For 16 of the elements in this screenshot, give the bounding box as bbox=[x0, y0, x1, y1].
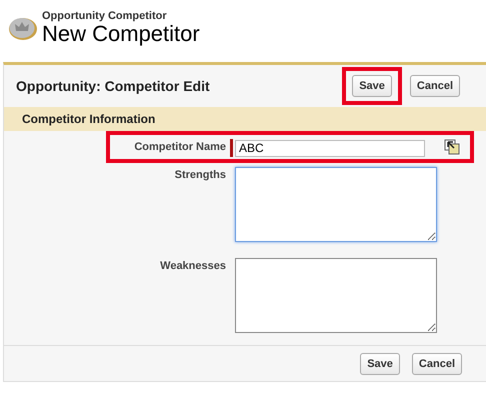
competitor-name-field[interactable]: ABC bbox=[235, 140, 425, 157]
page-subtitle: Opportunity Competitor bbox=[42, 10, 168, 22]
panel-title: Opportunity: Competitor Edit bbox=[16, 78, 211, 94]
cancel-button[interactable]: Cancel bbox=[412, 352, 462, 375]
section-header: Competitor Information bbox=[4, 107, 486, 132]
cancel-button[interactable]: Cancel bbox=[410, 75, 460, 98]
weaknesses-field[interactable] bbox=[235, 258, 437, 334]
coin-icon bbox=[8, 15, 38, 41]
strengths-field[interactable] bbox=[235, 167, 437, 242]
lookup-icon[interactable] bbox=[444, 139, 460, 156]
page-title: New Competitor bbox=[42, 22, 200, 46]
field-label: Strengths bbox=[174, 168, 226, 182]
field-label: Competitor Name bbox=[133, 140, 226, 154]
field-label: Weaknesses bbox=[159, 259, 226, 272]
save-button[interactable]: Save bbox=[360, 352, 400, 375]
save-button[interactable]: Save bbox=[352, 75, 392, 98]
